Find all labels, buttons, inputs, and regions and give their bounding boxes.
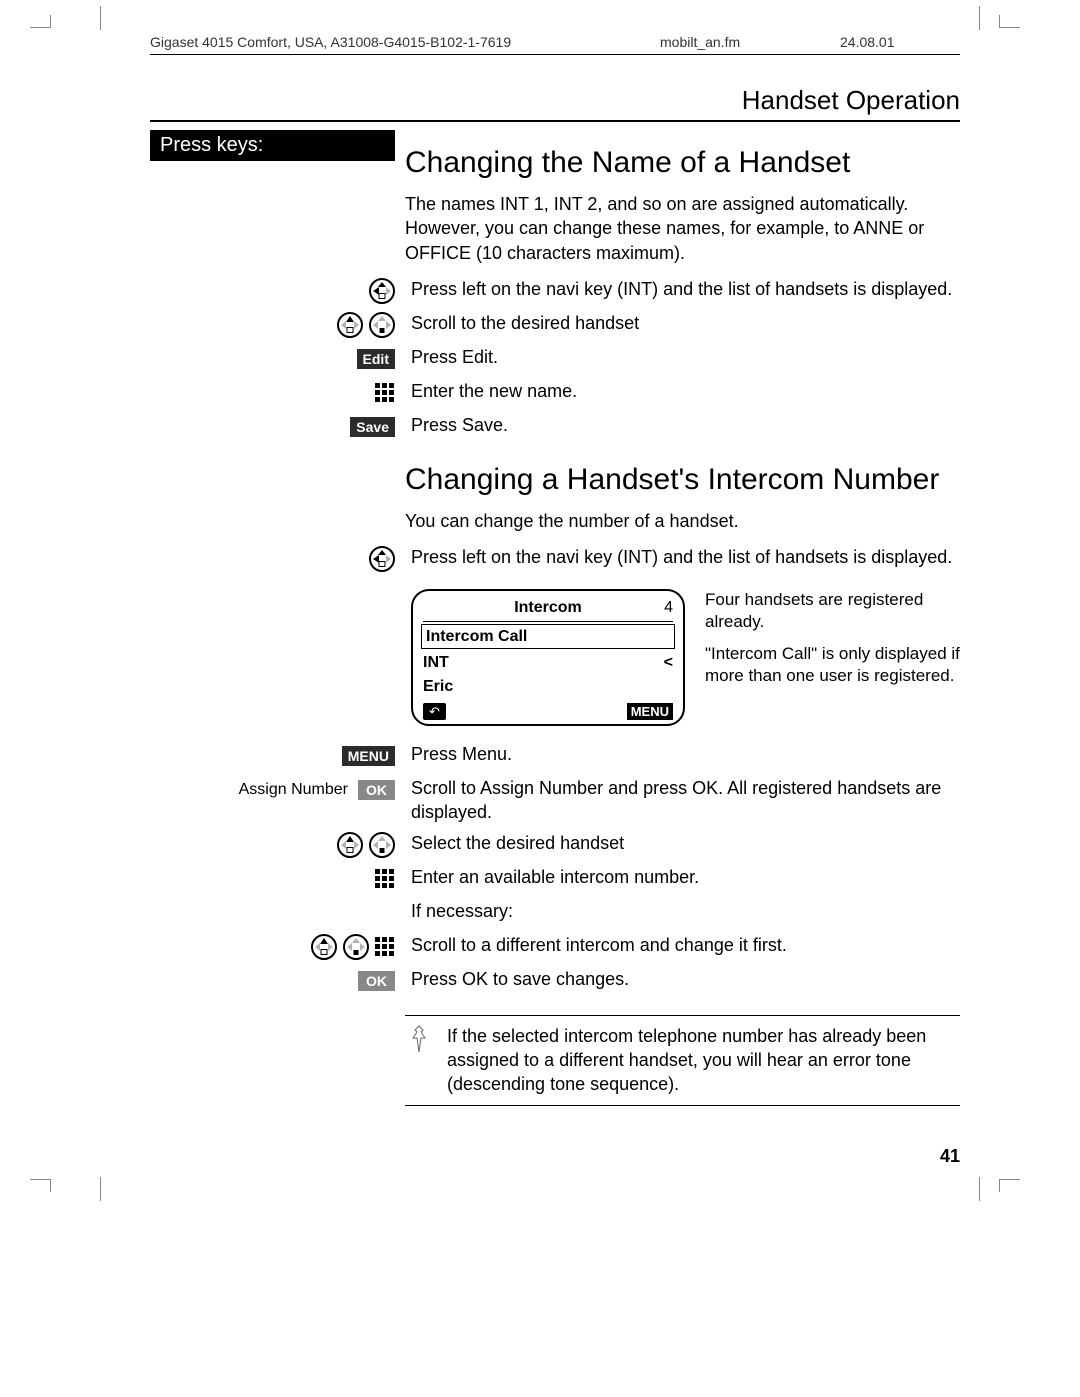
display-row3: Eric bbox=[423, 676, 453, 698]
note-box: If the selected intercom telephone numbe… bbox=[405, 1015, 960, 1106]
navi-up-icon bbox=[337, 312, 363, 338]
display-row2-arrow: < bbox=[664, 652, 673, 674]
display-count: 4 bbox=[664, 597, 673, 619]
topic2-intro: You can change the number of a handset. bbox=[405, 509, 960, 533]
note-text: If the selected intercom telephone numbe… bbox=[447, 1024, 960, 1097]
header-left: Gigaset 4015 Comfort, USA, A31008-G4015-… bbox=[150, 34, 660, 50]
keypad-icon bbox=[375, 383, 395, 403]
header-mid: mobilt_an.fm bbox=[660, 34, 840, 50]
t2-step-assign: Scroll to Assign Number and press OK. Al… bbox=[401, 776, 960, 825]
display-title: Intercom bbox=[514, 599, 582, 616]
menu-softkey: MENU bbox=[342, 746, 395, 766]
keypad-icon bbox=[375, 869, 395, 889]
doc-header: Gigaset 4015 Comfort, USA, A31008-G4015-… bbox=[150, 20, 960, 55]
topic2-title: Changing a Handset's Intercom Number bbox=[405, 463, 960, 497]
t2-step-left: Press left on the navi key (INT) and the… bbox=[401, 545, 960, 569]
display-back-sk: ↶ bbox=[423, 703, 446, 721]
keypad-icon bbox=[375, 937, 395, 957]
pushpin-icon bbox=[405, 1024, 433, 1097]
navi-up-icon bbox=[311, 934, 337, 960]
header-right: 24.08.01 bbox=[840, 34, 960, 50]
navi-up-icon bbox=[337, 832, 363, 858]
t1-step5: Press Save. bbox=[401, 413, 960, 437]
navi-down-icon bbox=[369, 312, 395, 338]
callout2: "Intercom Call" is only displayed if mor… bbox=[705, 643, 960, 687]
display-menu-sk: MENU bbox=[627, 703, 673, 721]
save-softkey: Save bbox=[350, 417, 395, 437]
topic1-intro: The names INT 1, INT 2, and so on are as… bbox=[405, 192, 960, 265]
ok-softkey: OK bbox=[358, 971, 395, 991]
t1-step3: Press Edit. bbox=[401, 345, 960, 369]
navi-down-icon bbox=[343, 934, 369, 960]
t2-step-ok: Press OK to save changes. bbox=[401, 967, 960, 991]
navi-down-icon bbox=[369, 832, 395, 858]
t2-step-enter: Enter an available intercom number. bbox=[401, 865, 960, 889]
edit-softkey: Edit bbox=[357, 349, 395, 369]
display-row1: Intercom Call bbox=[426, 626, 527, 648]
t1-step1: Press left on the navi key (INT) and the… bbox=[401, 277, 960, 301]
assign-number-label: Assign Number bbox=[239, 781, 348, 799]
navi-left-icon bbox=[369, 546, 395, 572]
callout1: Four handsets are registered already. bbox=[705, 589, 960, 633]
handset-display: Intercom 4 Intercom Call INT < Eric ↶ MEN… bbox=[411, 589, 685, 726]
page-number: 41 bbox=[150, 1146, 960, 1167]
ok-softkey: OK bbox=[358, 780, 395, 800]
t1-step2: Scroll to the desired handset bbox=[401, 311, 960, 335]
navi-left-icon bbox=[369, 278, 395, 304]
topic1-title: Changing the Name of a Handset bbox=[405, 146, 960, 180]
press-keys-label: Press keys: bbox=[150, 130, 395, 161]
section-title: Handset Operation bbox=[150, 85, 960, 122]
t1-step4: Enter the new name. bbox=[401, 379, 960, 403]
t2-step-ifnec: If necessary: bbox=[401, 899, 960, 923]
display-row2: INT bbox=[423, 652, 449, 674]
t2-step-scrolldiff: Scroll to a different intercom and chang… bbox=[401, 933, 960, 957]
t2-step-menu: Press Menu. bbox=[401, 742, 960, 766]
t2-step-select: Select the desired handset bbox=[401, 831, 960, 855]
